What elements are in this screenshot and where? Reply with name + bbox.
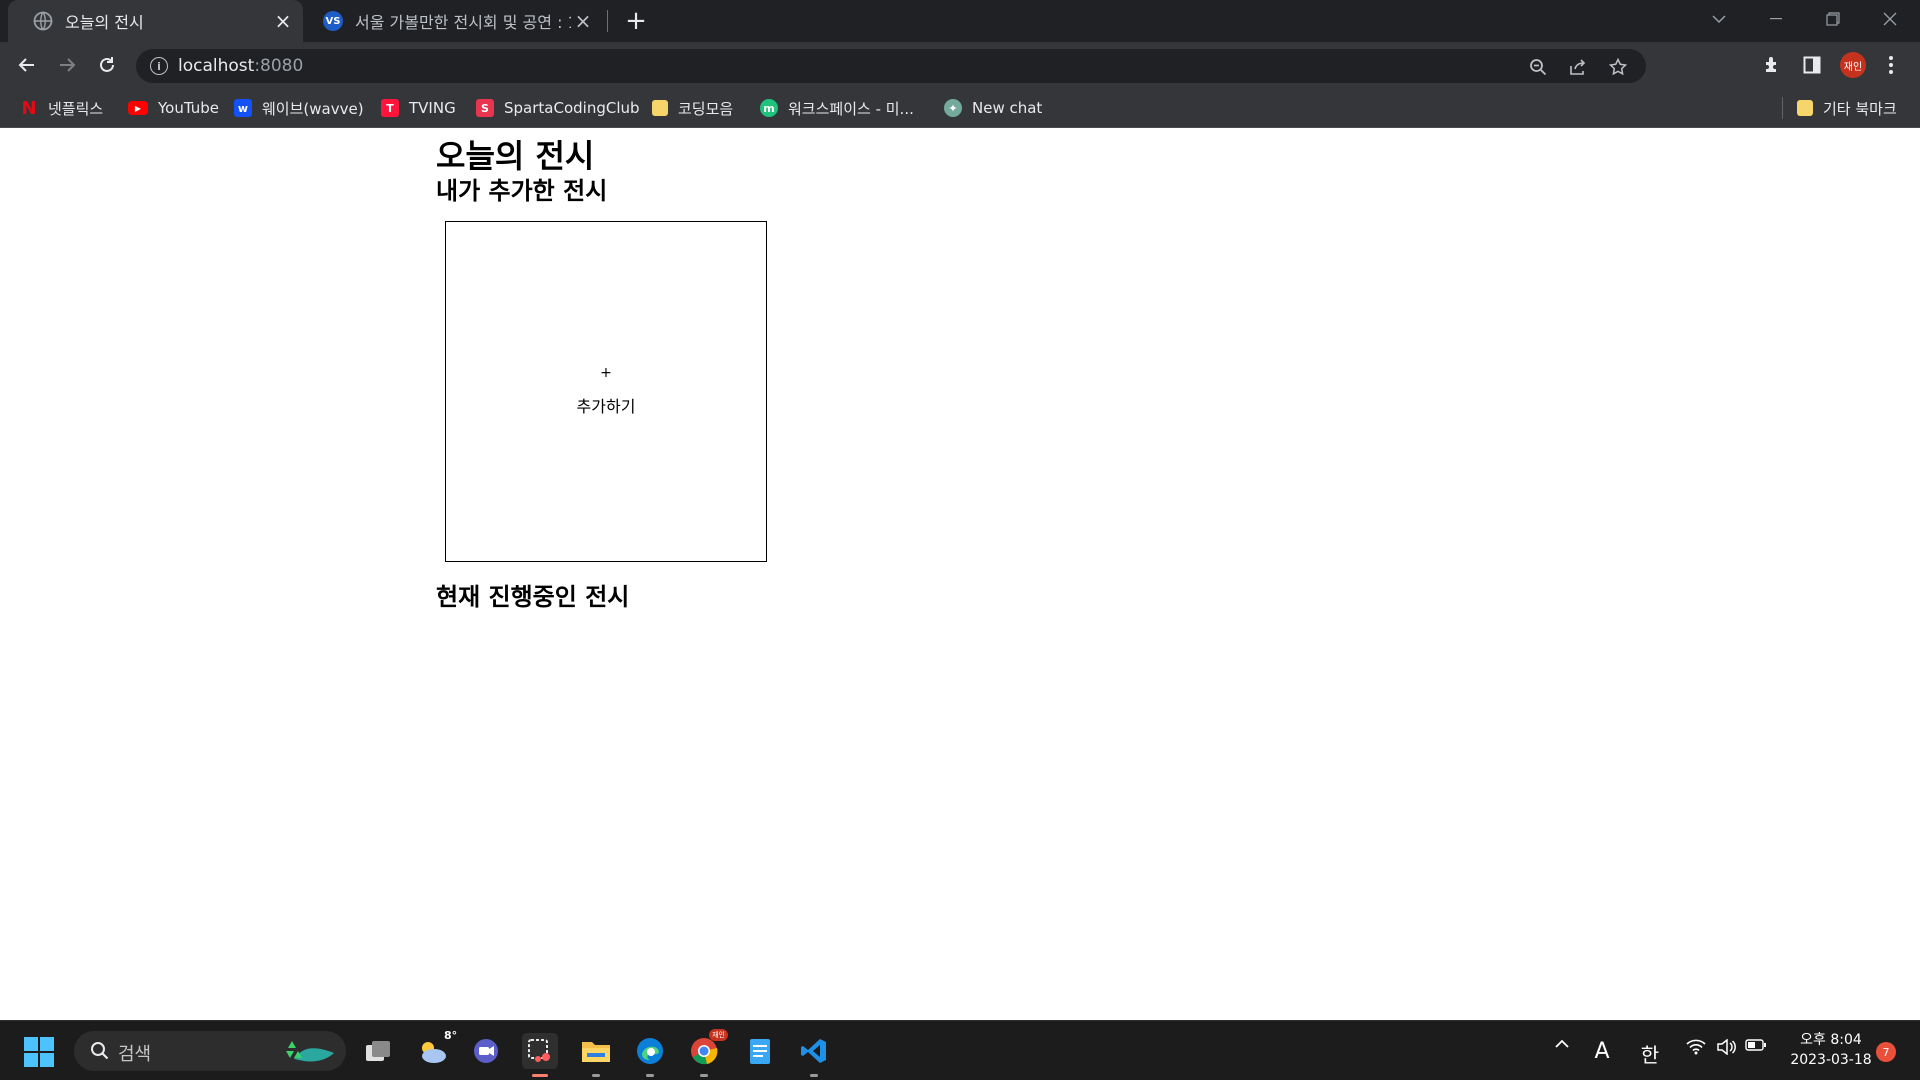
chrome-icon[interactable]: 재인 xyxy=(686,1029,728,1077)
site-info-icon[interactable]: i xyxy=(150,57,168,75)
bookmark-label: New chat xyxy=(972,99,1043,117)
clock-time: 오후 8:04 xyxy=(1800,1032,1862,1048)
bookmark-label: YouTube xyxy=(158,99,219,117)
tving-icon: T xyxy=(381,99,399,117)
extensions-icon[interactable] xyxy=(1758,50,1788,80)
side-panel-icon[interactable] xyxy=(1797,50,1827,80)
bookmark-label: 기타 북마크 xyxy=(1823,99,1897,118)
reload-button[interactable] xyxy=(91,49,123,81)
recycle-highlight-icon xyxy=(284,1037,340,1065)
bookmark-label: 코딩모음 xyxy=(678,99,734,118)
my-exhibitions-heading: 내가 추가한 전시 xyxy=(436,177,608,205)
edge-icon[interactable] xyxy=(632,1033,668,1077)
clock-date: 2023-03-18 xyxy=(1790,1052,1872,1068)
bookmarks-bar: N 넷플릭스 ▶ YouTube w 웨이브(wavve) T TVING S … xyxy=(0,88,1920,128)
teams-chat-icon[interactable] xyxy=(468,1033,504,1069)
globe-icon xyxy=(33,11,53,31)
restore-icon[interactable] xyxy=(1806,0,1860,38)
netflix-icon: N xyxy=(21,97,37,119)
bookmark-folder-coding[interactable]: 코딩모음 xyxy=(652,96,733,120)
tab-title: 서울 가볼만한 전시회 및 공연 : 1 xyxy=(355,13,571,32)
plus-icon: + xyxy=(600,365,612,381)
bookmark-tving[interactable]: T TVING xyxy=(381,96,456,120)
search-icon xyxy=(88,1039,112,1063)
close-tab-icon[interactable]: × xyxy=(571,9,595,33)
bookmark-other-folder[interactable]: 기타 북마크 xyxy=(1797,96,1897,120)
windows-start-icon[interactable] xyxy=(24,1037,54,1067)
bookmark-spartacodingclub[interactable]: S SpartaCodingClub xyxy=(476,96,640,120)
bookmark-wavve[interactable]: w 웨이브(wavve) xyxy=(234,96,364,120)
youtube-icon: ▶ xyxy=(128,101,148,115)
bookmark-label: 워크스페이스 - 미... xyxy=(788,99,914,118)
workspace-icon: m xyxy=(760,99,778,117)
close-tab-icon[interactable]: × xyxy=(271,9,295,33)
tray-overflow-icon[interactable] xyxy=(1550,1039,1574,1049)
tab-divider xyxy=(607,10,608,32)
chrome-profile-badge: 재인 xyxy=(709,1029,728,1041)
page-content: 오늘의 전시 내가 추가한 전시 + 추가하기 현재 진행중인 전시 xyxy=(0,128,1920,1020)
sparta-icon: S xyxy=(476,99,494,117)
search-placeholder: 검색 xyxy=(118,1044,152,1065)
snipping-tool-icon[interactable] xyxy=(522,1033,558,1077)
add-exhibition-label: 추가하기 xyxy=(576,397,636,416)
bookmark-star-icon[interactable] xyxy=(1606,55,1630,79)
bookmark-divider xyxy=(1782,97,1783,119)
minimize-icon[interactable] xyxy=(1749,0,1803,38)
url-text[interactable]: localhost:8080 xyxy=(178,56,303,76)
browser-toolbar: i localhost:8080 xyxy=(0,42,1920,88)
close-window-icon[interactable] xyxy=(1863,0,1917,38)
windows-taskbar: 검색 8° 재인 A 한 오후 8:04 2023-03-18 7 xyxy=(0,1020,1920,1080)
forward-button[interactable] xyxy=(51,49,83,81)
ime-mode-indicator[interactable]: 한 xyxy=(1636,1039,1664,1068)
bookmark-label: SpartaCodingClub xyxy=(504,99,640,117)
tab-title: 오늘의 전시 xyxy=(65,13,144,32)
current-exhibitions-heading: 현재 진행중인 전시 xyxy=(436,583,630,611)
task-view-icon[interactable] xyxy=(360,1033,396,1069)
profile-avatar[interactable]: 재인 xyxy=(1840,52,1866,78)
wifi-icon[interactable] xyxy=(1684,1039,1708,1055)
bookmark-label: 넷플릭스 xyxy=(48,99,104,118)
folder-icon xyxy=(652,100,668,116)
notification-badge[interactable]: 7 xyxy=(1876,1042,1896,1062)
bookmark-new-chat[interactable]: ✦ New chat xyxy=(944,96,1042,120)
notepad-icon[interactable] xyxy=(742,1033,778,1069)
volume-icon[interactable] xyxy=(1714,1039,1738,1055)
bookmark-label: 웨이브(wavve) xyxy=(262,99,364,118)
new-tab-button[interactable]: + xyxy=(622,6,650,36)
zoom-icon[interactable] xyxy=(1526,55,1550,79)
share-icon[interactable] xyxy=(1566,55,1590,79)
bookmark-youtube[interactable]: ▶ YouTube xyxy=(128,96,219,120)
bookmark-label: TVING xyxy=(409,99,456,117)
bookmark-workspace[interactable]: m 워크스페이스 - 미... xyxy=(760,96,914,120)
file-explorer-icon[interactable] xyxy=(578,1033,614,1077)
wavve-icon: w xyxy=(234,99,252,117)
vscode-icon[interactable] xyxy=(796,1033,832,1077)
taskbar-search[interactable]: 검색 xyxy=(74,1031,346,1071)
tab-today-exhibition[interactable]: 오늘의 전시 × xyxy=(8,0,303,42)
velog-icon: VS xyxy=(323,11,343,31)
weather-temperature: 8° xyxy=(444,1029,458,1042)
ime-language-indicator[interactable]: A xyxy=(1588,1039,1616,1064)
folder-icon xyxy=(1797,100,1813,116)
address-bar[interactable]: i localhost:8080 xyxy=(136,49,1646,83)
tab-strip: 오늘의 전시 × VS 서울 가볼만한 전시회 및 공연 : 1 × + xyxy=(0,0,1920,42)
battery-icon[interactable] xyxy=(1744,1039,1768,1051)
tab-seoul-exhibitions[interactable]: VS 서울 가볼만한 전시회 및 공연 : 1 × xyxy=(303,0,603,42)
add-exhibition-card[interactable]: + 추가하기 xyxy=(445,221,767,562)
back-button[interactable] xyxy=(11,49,43,81)
tab-search-icon[interactable] xyxy=(1692,0,1746,38)
bookmark-netflix[interactable]: N 넷플릭스 xyxy=(20,96,103,120)
menu-kebab-icon[interactable] xyxy=(1876,50,1906,80)
system-clock[interactable]: 오후 8:04 2023-03-18 xyxy=(1786,1030,1876,1070)
chatgpt-icon: ✦ xyxy=(944,99,962,117)
